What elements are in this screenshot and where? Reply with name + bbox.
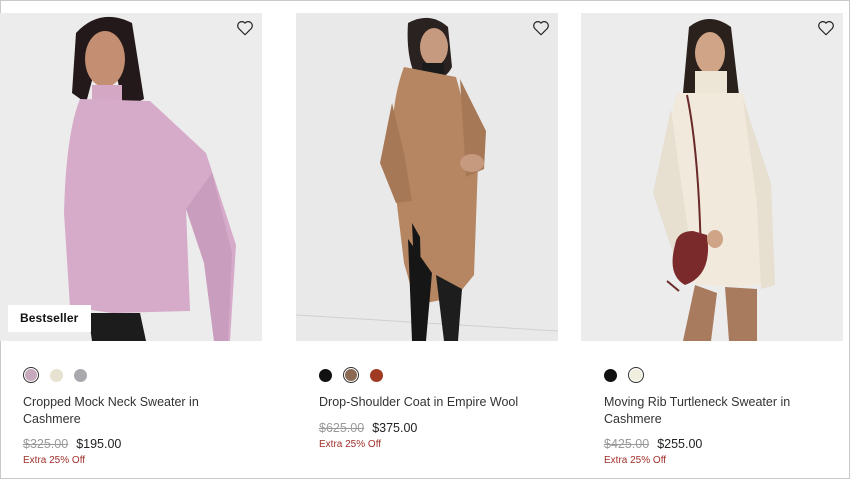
color-swatch-rust[interactable] xyxy=(370,368,383,382)
promo-text: Extra 25% Off xyxy=(23,455,86,466)
price-row: $425.00 $255.00 xyxy=(604,437,843,451)
sale-price: $375.00 xyxy=(372,420,418,435)
color-swatch-black[interactable] xyxy=(604,368,617,382)
price-row: $625.00 $375.00 xyxy=(319,421,558,435)
promo-text: Extra 25% Off xyxy=(604,455,667,466)
wishlist-heart-icon[interactable] xyxy=(236,19,254,37)
product-image[interactable] xyxy=(296,13,558,341)
color-swatch-ivory-selected[interactable] xyxy=(628,367,644,383)
product-card[interactable]: Drop-Shoulder Coat in Empire Wool $625.0… xyxy=(296,13,558,450)
sale-price: $195.00 xyxy=(76,437,122,451)
product-name[interactable]: Moving Rib Turtleneck Sweater in Cashmer… xyxy=(604,394,824,427)
bestseller-badge: Bestseller xyxy=(8,305,92,332)
color-swatch-black[interactable] xyxy=(319,368,332,382)
mock-neck-model-photo xyxy=(0,13,262,341)
price-row: $325.00 $195.00 xyxy=(23,437,262,451)
product-card[interactable]: Moving Rib Turtleneck Sweater in Cashmer… xyxy=(581,13,843,466)
wishlist-heart-icon[interactable] xyxy=(817,19,835,37)
original-price: $425.00 xyxy=(604,437,650,451)
color-swatches xyxy=(319,367,558,383)
coat-model-photo xyxy=(296,13,558,341)
original-price: $325.00 xyxy=(23,437,69,451)
product-name[interactable]: Drop-Shoulder Coat in Empire Wool xyxy=(319,394,539,411)
product-name[interactable]: Cropped Mock Neck Sweater in Cashmere xyxy=(23,394,243,427)
original-price: $625.00 xyxy=(319,420,365,435)
color-swatch-grey[interactable] xyxy=(74,368,87,382)
sale-price: $255.00 xyxy=(657,437,703,451)
color-swatch-camel-selected[interactable] xyxy=(343,367,359,383)
turtleneck-model-photo xyxy=(581,13,843,341)
wishlist-heart-icon[interactable] xyxy=(532,19,550,37)
promo-text: Extra 25% Off xyxy=(319,438,382,450)
color-swatch-ivory[interactable] xyxy=(50,368,63,382)
product-image[interactable] xyxy=(581,13,843,341)
product-image[interactable]: Bestseller xyxy=(0,13,262,341)
product-card[interactable]: Bestseller Cropped Mock Neck Sweater in … xyxy=(0,13,262,466)
color-swatches xyxy=(604,367,843,383)
color-swatch-lilac-selected[interactable] xyxy=(23,367,39,383)
color-swatches xyxy=(23,367,262,383)
